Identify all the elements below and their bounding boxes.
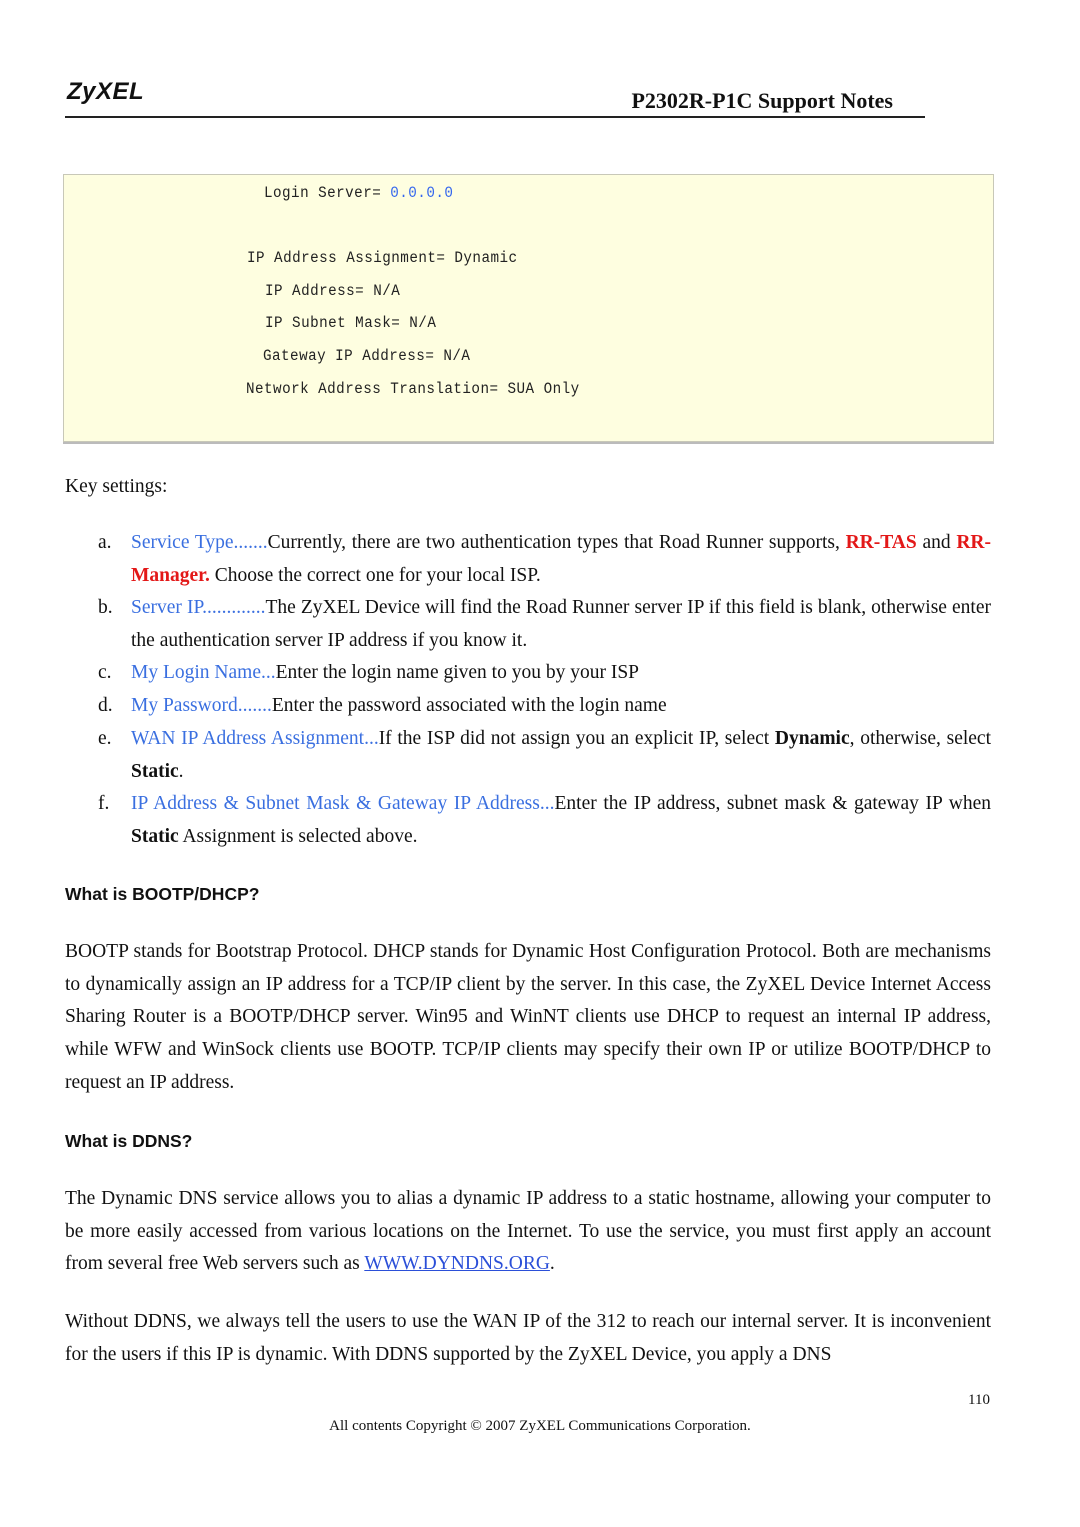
item-text: Enter the login name given to you by you… xyxy=(275,662,640,683)
static-keyword: Static xyxy=(131,760,179,782)
ddns-paragraph-1: The Dynamic DNS service allows you to al… xyxy=(65,1183,991,1281)
term-server-ip: Server IP............. xyxy=(131,597,266,618)
static-keyword: Static xyxy=(131,825,179,847)
item-text: If the ISP did not assign you an explici… xyxy=(378,728,775,749)
item-text: , otherwise, select xyxy=(849,728,991,749)
page-header: ZyXEL P2302R-P1C Support Notes xyxy=(65,78,925,118)
term-service-type: Service Type....... xyxy=(131,532,268,553)
list-item-service-type: a. Service Type.......Currently, there a… xyxy=(98,527,991,592)
gateway-line: Gateway IP Address= N/A xyxy=(263,347,471,365)
login-server-label: Login Server= xyxy=(264,184,391,202)
page-number: 110 xyxy=(968,1392,990,1408)
ip-assignment-line: IP Address Assignment= Dynamic xyxy=(247,249,518,267)
dynamic-keyword: Dynamic xyxy=(774,728,850,749)
login-server-line: Login Server= 0.0.0.0 xyxy=(264,184,453,202)
rr-tas-label: RR-TAS xyxy=(845,532,917,553)
list-marker: a. xyxy=(98,532,112,553)
list-item-password: d. My Password.......Enter the password … xyxy=(98,690,991,723)
ddns-paragraph-2: Without DDNS, we always tell the users t… xyxy=(65,1311,991,1365)
list-item-login-name: c. My Login Name...Enter the login name … xyxy=(98,657,991,690)
list-item-ip-subnet-gateway: f. IP Address & Subnet Mask & Gateway IP… xyxy=(98,788,991,853)
list-marker: c. xyxy=(98,662,112,683)
ip-address-line: IP Address= N/A xyxy=(265,282,401,300)
subnet-mask-line: IP Subnet Mask= N/A xyxy=(265,314,437,332)
item-text: Currently, there are two authentication … xyxy=(267,532,846,553)
item-text: and xyxy=(916,532,957,553)
list-marker: e. xyxy=(98,728,112,749)
document-title: P2302R-P1C Support Notes xyxy=(631,88,893,113)
copyright-footer: All contents Copyright © 2007 ZyXEL Comm… xyxy=(329,1418,751,1434)
item-text: Enter the IP address, subnet mask & gate… xyxy=(554,793,991,814)
list-item-wan-ip-assignment: e. WAN IP Address Assignment...If the IS… xyxy=(98,723,991,788)
term-login-name: My Login Name... xyxy=(131,662,276,683)
term-ip-subnet-gateway: IP Address & Subnet Mask & Gateway IP Ad… xyxy=(131,793,555,814)
item-text: . xyxy=(178,760,184,782)
list-marker: b. xyxy=(98,597,113,618)
list-marker: d. xyxy=(98,695,113,716)
item-text: Choose the correct one for your local IS… xyxy=(209,564,541,586)
dyndns-link[interactable]: WWW.DYNDNS.ORG xyxy=(364,1253,550,1274)
bootp-dhcp-heading: What is BOOTP/DHCP? xyxy=(65,884,260,904)
ddns-heading: What is DDNS? xyxy=(65,1131,193,1151)
list-marker: f. xyxy=(98,793,110,814)
item-text: Assignment is selected above. xyxy=(178,825,418,847)
term-password: My Password....... xyxy=(131,695,272,716)
zyxel-logo: ZyXEL xyxy=(67,78,145,105)
bootp-dhcp-paragraph: BOOTP stands for Bootstrap Protocol. DHC… xyxy=(65,941,991,1093)
nat-line: Network Address Translation= SUA Only xyxy=(246,380,580,398)
list-item-server-ip: b. Server IP.............The ZyXEL Devic… xyxy=(98,592,991,657)
term-wan-ip-assignment: WAN IP Address Assignment... xyxy=(131,728,379,749)
login-server-value: 0.0.0.0 xyxy=(390,184,454,202)
item-text: Enter the password associated with the l… xyxy=(271,695,667,716)
key-settings-heading: Key settings: xyxy=(65,476,168,497)
paragraph-text: . xyxy=(549,1253,555,1275)
config-screen-box: Login Server= 0.0.0.0 IP Address Assignm… xyxy=(63,174,994,442)
